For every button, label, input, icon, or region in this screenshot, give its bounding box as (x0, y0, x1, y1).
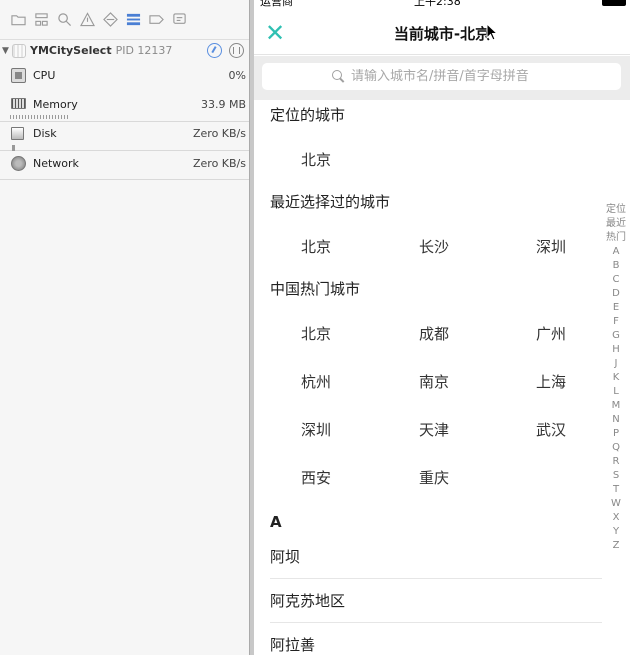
city-button[interactable]: 北京 (281, 236, 351, 257)
city-button[interactable]: 天津 (399, 419, 469, 440)
disk-value: Zero KB/s (192, 127, 246, 140)
city-button[interactable]: 长沙 (399, 236, 469, 257)
memory-icon (11, 98, 26, 109)
city-button[interactable]: 西安 (281, 467, 351, 488)
city-button[interactable]: 北京 (281, 149, 351, 170)
status-clock: 上午2:38 (414, 0, 461, 8)
index-item[interactable]: P (602, 427, 630, 441)
mouse-cursor-icon (486, 23, 498, 41)
memory-label: Memory (33, 98, 78, 111)
app-icon (12, 43, 26, 58)
nav-title: 当前城市-北京 (393, 25, 491, 43)
search-icon[interactable] (56, 11, 73, 28)
pause-process-icon[interactable] (229, 43, 244, 58)
city-button[interactable]: 南京 (399, 371, 469, 392)
memory-sparkline (10, 115, 70, 119)
index-item[interactable]: A (602, 245, 630, 259)
section-letter-a: A (270, 513, 282, 531)
city-list-item[interactable]: 阿拉善 (270, 623, 602, 655)
navigator-toolbar (0, 0, 249, 40)
city-button[interactable]: 深圳 (516, 236, 586, 257)
process-pid: PID 12137 (115, 44, 173, 57)
warning-icon[interactable] (79, 11, 96, 28)
test-diamond-icon[interactable] (102, 11, 119, 28)
debug-memory-graph-icon[interactable] (207, 43, 222, 58)
index-item[interactable]: 最近 (602, 217, 630, 231)
folder-icon[interactable] (10, 11, 27, 28)
report-icon[interactable] (171, 11, 188, 28)
city-button[interactable]: 北京 (281, 323, 351, 344)
process-row[interactable]: ▼ YMCitySelect PID 12137 (0, 41, 249, 60)
cpu-label: CPU (33, 69, 56, 82)
disclosure-triangle-icon[interactable]: ▼ (2, 46, 12, 56)
index-item[interactable]: T (602, 483, 630, 497)
index-item[interactable]: 热门 (602, 231, 630, 245)
city-button[interactable]: 成都 (399, 323, 469, 344)
city-button[interactable]: 上海 (516, 371, 586, 392)
navigation-bar: ✕ 当前城市-北京 (254, 12, 630, 55)
battery-icon (602, 0, 626, 6)
section-title-hot: 中国热门城市 (270, 280, 361, 298)
status-bar: 运营商 上午2:38 (254, 0, 630, 8)
carrier-label: 运营商 (260, 0, 293, 8)
search-box[interactable] (262, 63, 621, 90)
index-item[interactable]: C (602, 273, 630, 287)
index-item[interactable]: Y (602, 525, 630, 539)
disk-icon (11, 127, 24, 140)
disk-gauge[interactable]: Disk Zero KB/s (0, 122, 249, 151)
cpu-icon (11, 68, 26, 83)
index-item[interactable]: D (602, 287, 630, 301)
disk-label: Disk (33, 127, 57, 140)
city-button[interactable]: 广州 (516, 323, 586, 344)
index-item[interactable]: N (602, 413, 630, 427)
city-button[interactable]: 杭州 (281, 371, 351, 392)
search-icon (332, 70, 345, 83)
city-button[interactable]: 深圳 (281, 419, 351, 440)
simulator-screen: 运营商 上午2:38 ✕ 当前城市-北京 定位的城市 北京 最近选择过的城市 北… (254, 0, 630, 655)
cpu-value: 0% (228, 69, 246, 82)
network-globe-icon (11, 156, 26, 171)
network-gauge[interactable]: Network Zero KB/s (0, 151, 249, 180)
index-item[interactable]: F (602, 315, 630, 329)
index-item[interactable]: K (602, 371, 630, 385)
index-item[interactable]: H (602, 343, 630, 357)
index-item[interactable]: G (602, 329, 630, 343)
city-button[interactable]: 武汉 (516, 419, 586, 440)
city-button[interactable]: 重庆 (399, 467, 469, 488)
search-input[interactable] (351, 69, 551, 84)
index-item[interactable]: J (602, 357, 630, 371)
index-item[interactable]: B (602, 259, 630, 273)
section-title-recent: 最近选择过的城市 (270, 193, 391, 211)
city-list-item[interactable]: 阿克苏地区 (270, 579, 602, 623)
process-name: YMCitySelect (30, 44, 112, 57)
index-item[interactable]: Z (602, 539, 630, 553)
hierarchy-icon[interactable] (33, 11, 50, 28)
index-item[interactable]: W (602, 497, 630, 511)
index-item[interactable]: L (602, 385, 630, 399)
index-item[interactable]: X (602, 511, 630, 525)
section-title-located: 定位的城市 (270, 106, 346, 124)
network-value: Zero KB/s (192, 157, 246, 170)
memory-gauge[interactable]: Memory 33.9 MB (0, 92, 249, 122)
xcode-debug-navigator: ▼ YMCitySelect PID 12137 CPU 0% Memory 3… (0, 0, 249, 655)
cpu-gauge[interactable]: CPU 0% (0, 64, 249, 92)
index-item[interactable]: S (602, 469, 630, 483)
city-list-item[interactable]: 阿坝 (270, 535, 602, 579)
search-bar (254, 56, 630, 100)
index-item[interactable]: E (602, 301, 630, 315)
network-label: Network (33, 157, 79, 170)
debug-gauges-icon[interactable] (125, 11, 142, 28)
section-index-bar[interactable]: 定位 最近 热门 A B C D E F G H J K L M N P Q R… (602, 203, 630, 553)
index-item[interactable]: M (602, 399, 630, 413)
index-item[interactable]: 定位 (602, 203, 630, 217)
index-item[interactable]: R (602, 455, 630, 469)
breakpoint-icon[interactable] (148, 11, 165, 28)
memory-value: 33.9 MB (200, 98, 246, 111)
index-item[interactable]: Q (602, 441, 630, 455)
